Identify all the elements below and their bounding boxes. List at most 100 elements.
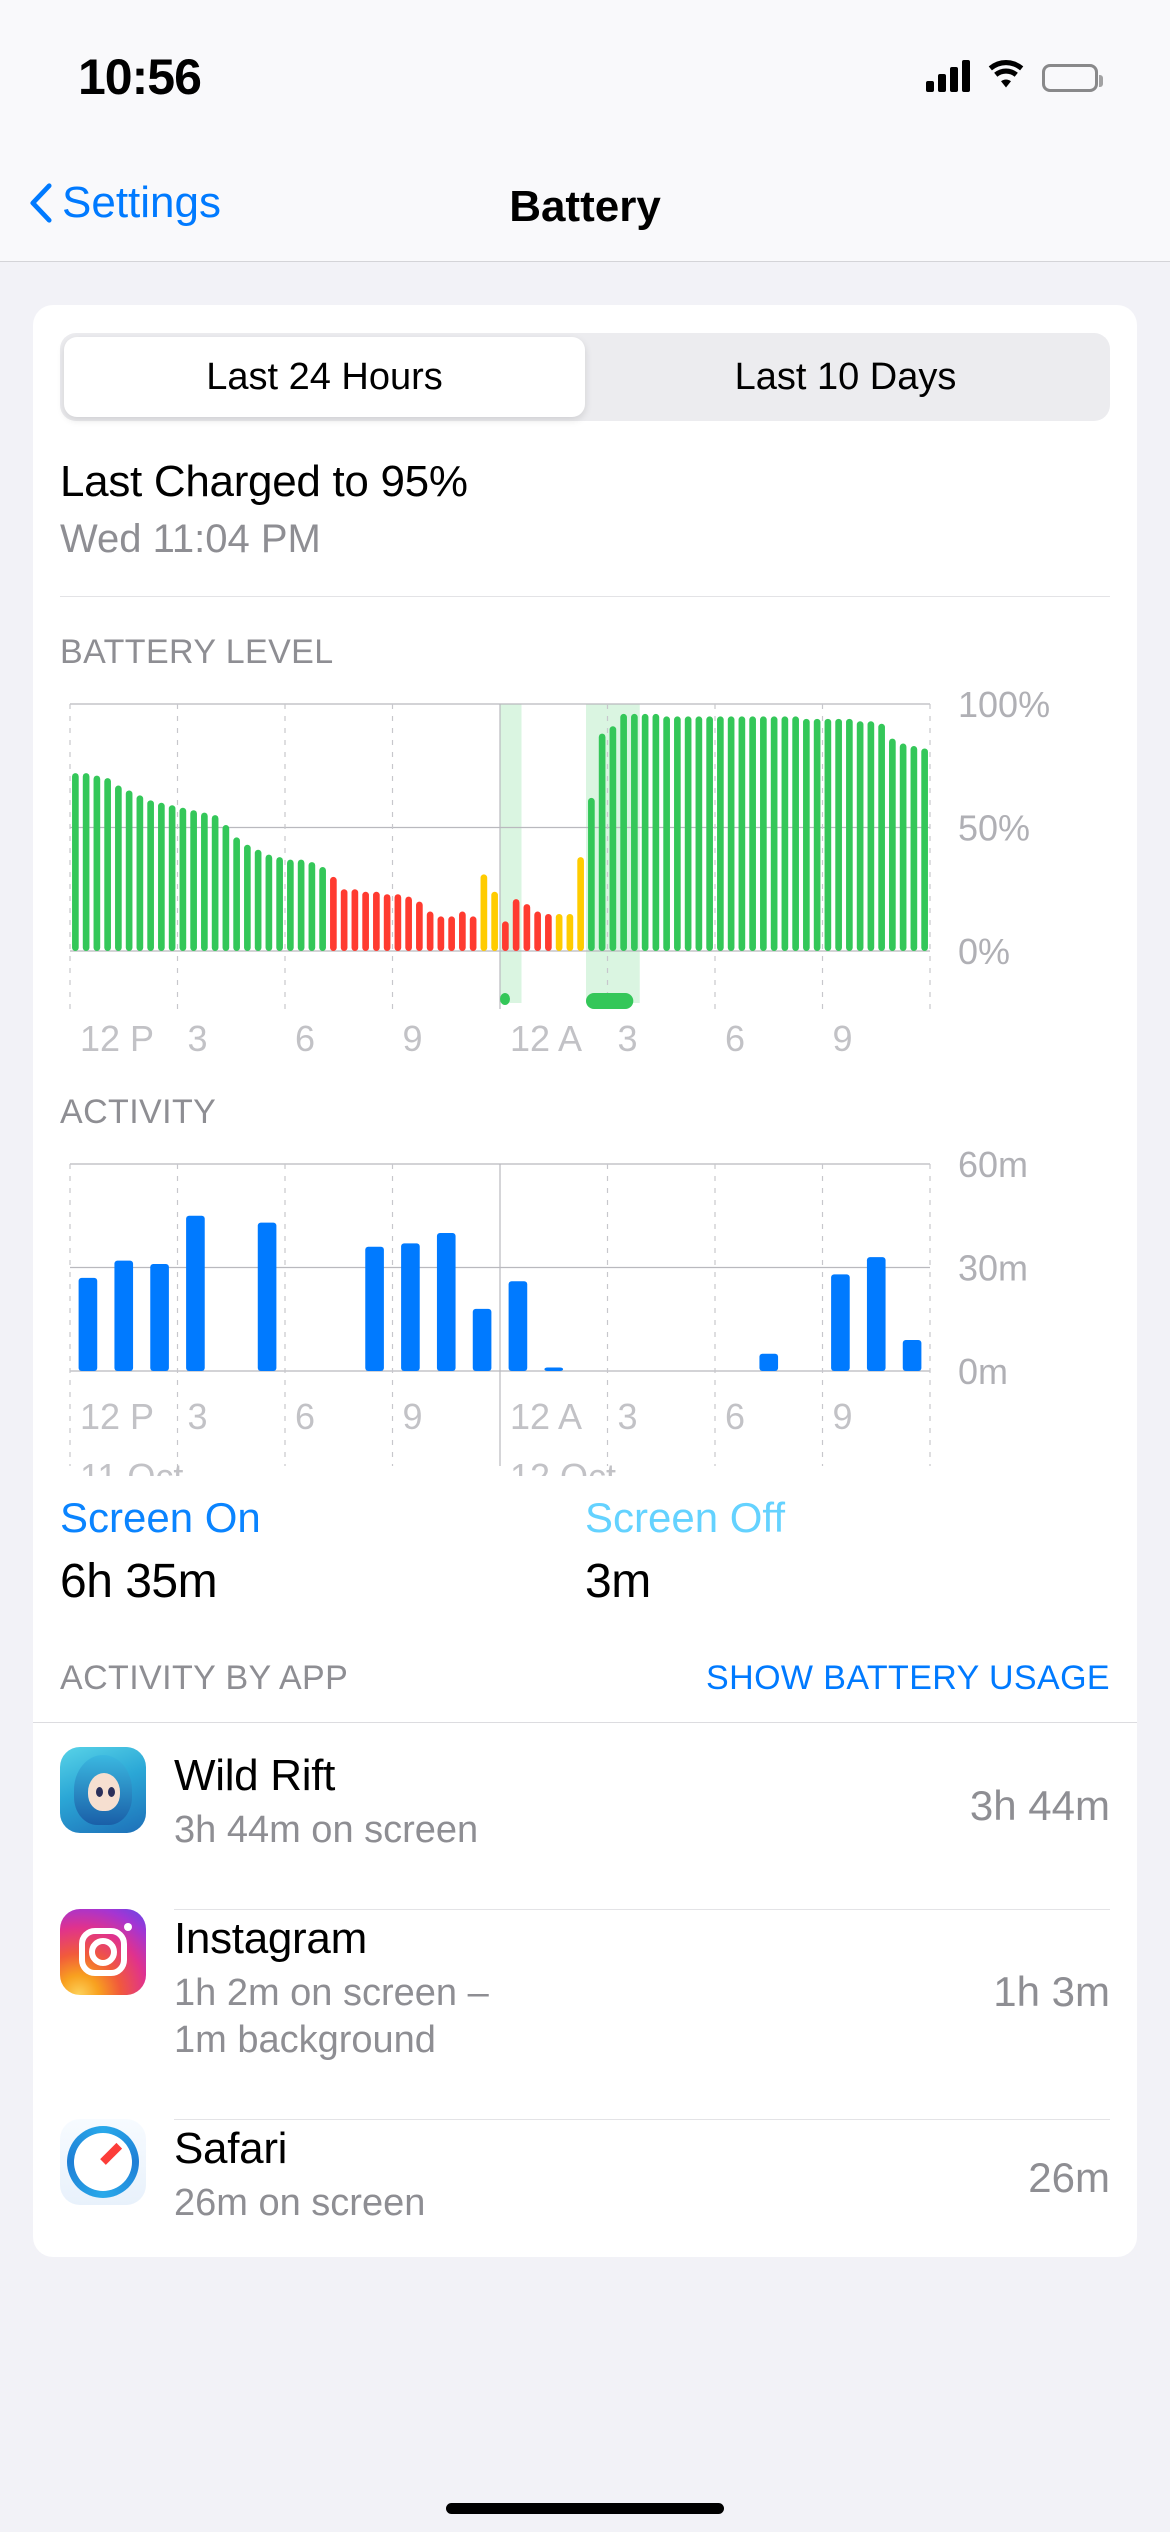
battery-bar <box>416 902 423 951</box>
battery-bar <box>266 855 273 951</box>
battery-bar <box>620 714 627 951</box>
activity-bar <box>186 1216 205 1371</box>
battery-bar <box>212 815 219 951</box>
battery-bar <box>653 714 660 951</box>
show-battery-usage-button[interactable]: SHOW BATTERY USAGE <box>706 1659 1110 1698</box>
battery-bar <box>180 808 187 951</box>
last-charged-subtitle: Wed 11:04 PM <box>60 517 1110 562</box>
app-usage-row[interactable]: Wild Rift 3h 44m on screen3h 44m <box>33 1723 1137 1885</box>
battery-bar <box>448 916 455 951</box>
battery-bar <box>674 716 681 951</box>
status-bar: 10:56 <box>0 0 1170 152</box>
instagram-app-icon <box>60 1909 146 1995</box>
battery-bar <box>771 716 778 951</box>
battery-bar <box>696 716 703 951</box>
app-name: Instagram <box>174 1914 977 1964</box>
y-axis-label: 0m <box>958 1351 1008 1392</box>
battery-bar <box>739 716 746 951</box>
activity-bar <box>831 1274 850 1371</box>
battery-card: Last 24 Hours Last 10 Days Last Charged … <box>33 305 1137 2257</box>
activity-bar <box>401 1243 420 1371</box>
battery-bar <box>287 860 294 951</box>
battery-bar <box>814 719 821 951</box>
tab-last-24-hours[interactable]: Last 24 Hours <box>64 337 585 417</box>
y-axis-label: 100% <box>958 686 1050 725</box>
battery-bar <box>373 892 380 951</box>
battery-bar <box>663 716 670 951</box>
app-usage-list: Wild Rift 3h 44m on screen3h 44m Instagram… <box>33 1722 1137 2257</box>
activity-bar <box>150 1264 169 1371</box>
x-axis-label: 12 P <box>80 1018 154 1059</box>
battery-bar <box>319 867 326 951</box>
battery-bar <box>395 894 402 951</box>
battery-bar <box>309 862 316 951</box>
activity-chart[interactable]: 60m30m0m12 P36912 A36911 Oct12 Oct <box>60 1146 1110 1476</box>
page-title: Battery <box>0 182 1170 232</box>
activity-bar <box>114 1261 133 1371</box>
battery-bar <box>556 914 563 951</box>
screen-time-stats: Screen On 6h 35m Screen Off 3m <box>60 1494 1110 1609</box>
app-text-block: Safari 26m on screen <box>174 2124 1012 2234</box>
activity-bar <box>509 1281 528 1371</box>
app-name: Wild Rift <box>174 1751 954 1801</box>
x-axis-label: 3 <box>618 1018 638 1059</box>
screen-on-value: 6h 35m <box>60 1554 585 1609</box>
cellular-bars-icon <box>926 58 970 92</box>
app-usage-time: 3h 44m <box>954 1782 1110 1830</box>
activity-bar <box>258 1223 277 1371</box>
app-usage-detail: 26m on screen <box>174 2180 1012 2228</box>
battery-bar <box>878 724 885 951</box>
battery-bar <box>298 860 305 951</box>
battery-bar <box>803 719 810 951</box>
activity-bar <box>759 1354 778 1371</box>
safari-app-icon <box>60 2119 146 2205</box>
activity-by-app-label: ACTIVITY BY APP <box>60 1659 348 1698</box>
charging-pill <box>586 993 633 1009</box>
date-axis-label: 12 Oct <box>510 1456 616 1476</box>
x-axis-label: 9 <box>403 1396 423 1437</box>
y-axis-label: 50% <box>958 808 1030 849</box>
app-usage-detail: 3h 44m on screen <box>174 1807 954 1855</box>
app-row-content: Instagram1h 2m on screen – 1m background… <box>174 1909 1110 2071</box>
battery-bar <box>502 921 509 951</box>
activity-bar <box>79 1278 98 1371</box>
battery-level-chart[interactable]: 100%50%0%12 P36912 A369 <box>60 686 1110 1061</box>
x-axis-label: 9 <box>833 1018 853 1059</box>
battery-bar <box>459 911 466 951</box>
app-name: Safari <box>174 2124 1012 2174</box>
x-axis-label: 6 <box>725 1396 745 1437</box>
battery-bar <box>491 892 498 951</box>
battery-bar <box>513 899 520 951</box>
battery-icon <box>1042 64 1098 92</box>
app-usage-row[interactable]: Safari26m on screen26m <box>33 2095 1137 2258</box>
battery-bar <box>792 716 799 951</box>
x-axis-label: 3 <box>188 1018 208 1059</box>
battery-bar <box>223 825 230 951</box>
status-bar-indicators <box>926 52 1098 92</box>
app-row-content: Wild Rift 3h 44m on screen3h 44m <box>174 1747 1110 1861</box>
battery-bar <box>126 790 133 951</box>
x-axis-label: 12 A <box>510 1018 582 1059</box>
tab-last-10-days[interactable]: Last 10 Days <box>585 337 1106 417</box>
x-axis-label: 9 <box>833 1396 853 1437</box>
app-text-block: Wild Rift 3h 44m on screen <box>174 1751 954 1861</box>
battery-bar <box>147 800 154 951</box>
battery-bar <box>610 726 617 951</box>
battery-bar <box>362 892 369 951</box>
app-usage-time: 1h 3m <box>977 1968 1110 2016</box>
navigation-bar: Settings Battery <box>0 152 1170 262</box>
time-range-segmented-control[interactable]: Last 24 Hours Last 10 Days <box>60 333 1110 421</box>
battery-bar <box>72 773 79 951</box>
battery-bar <box>115 786 122 951</box>
activity-bar <box>473 1309 492 1371</box>
activity-by-app-header: ACTIVITY BY APP SHOW BATTERY USAGE <box>60 1659 1110 1698</box>
x-axis-label: 9 <box>403 1018 423 1059</box>
status-bar-time: 10:56 <box>78 48 201 106</box>
activity-label: ACTIVITY <box>60 1093 1110 1132</box>
last-charged-title: Last Charged to 95% <box>60 457 1110 507</box>
battery-bar <box>169 805 176 951</box>
battery-bar <box>137 795 144 951</box>
battery-bar <box>534 911 541 951</box>
app-usage-row[interactable]: Instagram1h 2m on screen – 1m background… <box>33 1885 1137 2095</box>
screen-off-label: Screen Off <box>585 1494 1110 1542</box>
